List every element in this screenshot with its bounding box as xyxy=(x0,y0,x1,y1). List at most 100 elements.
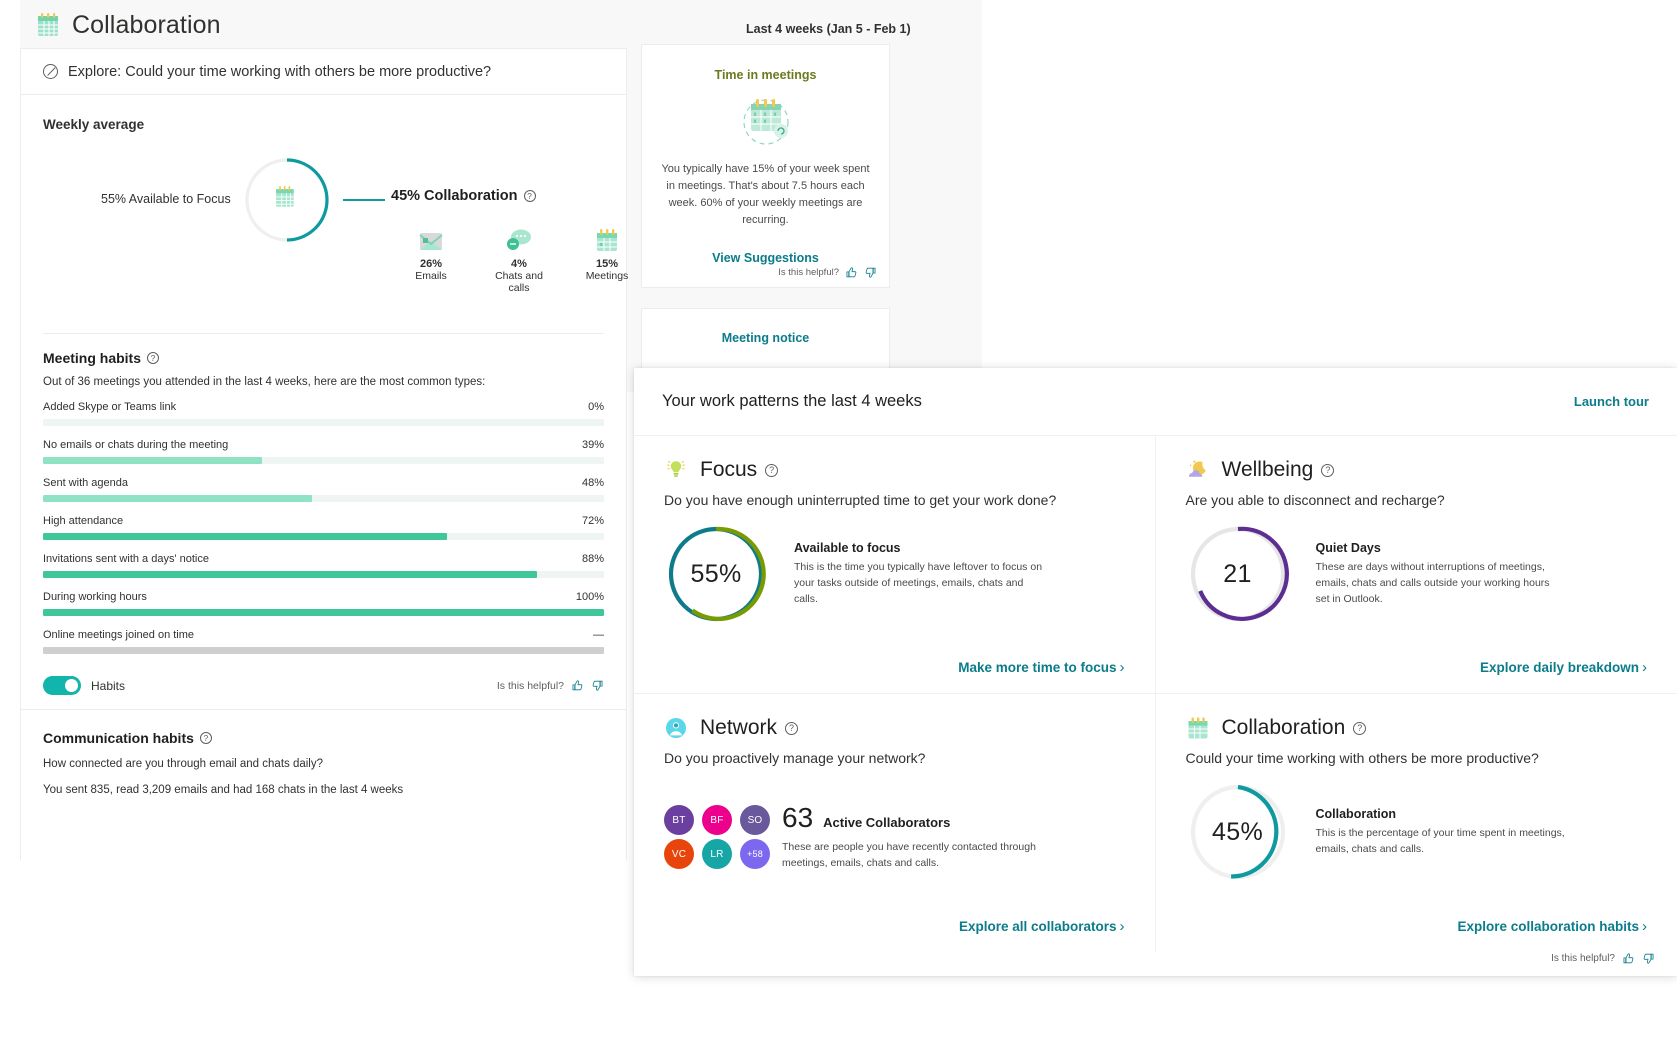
network-metric-text: 63 Active Collaborators These are people… xyxy=(782,802,1047,872)
avatar[interactable]: SO xyxy=(740,805,770,836)
communication-habits-section: Communication habits ? How connected are… xyxy=(21,730,626,796)
chat-icon xyxy=(493,226,545,252)
thumbs-down-icon[interactable] xyxy=(864,266,877,279)
date-range-label: Last 4 weeks (Jan 5 - Feb 1) xyxy=(746,22,911,36)
explore-collaboration-habits-link[interactable]: Explore collaboration habits › xyxy=(1457,919,1647,934)
habits-toggle[interactable]: Habits xyxy=(43,676,125,695)
network-count-row: 63 Active Collaborators xyxy=(782,802,1047,834)
habit-bar-track xyxy=(43,419,604,426)
breakdown-item-emails: 26% Emails xyxy=(405,226,457,294)
svg-text:x: x xyxy=(773,112,776,118)
help-icon[interactable]: ? xyxy=(765,463,779,477)
svg-text:x: x xyxy=(753,119,756,125)
focus-link-label: Make more time to focus xyxy=(958,660,1117,675)
explore-daily-breakdown-link[interactable]: Explore daily breakdown › xyxy=(1480,660,1647,675)
habit-bar-track xyxy=(43,571,604,578)
wellbeing-card-title-row: Wellbeing ? xyxy=(1222,458,1335,482)
collaboration-card-title: Collaboration xyxy=(1221,716,1346,739)
helpful-label: Is this helpful? xyxy=(1551,952,1615,964)
collaboration-percent-label: 45% Collaboration ? xyxy=(391,188,536,204)
toggle-switch[interactable] xyxy=(43,676,81,695)
launch-tour-link[interactable]: Launch tour xyxy=(1574,394,1649,409)
network-link-label: Explore all collaborators xyxy=(958,919,1117,934)
help-icon[interactable]: ? xyxy=(523,190,536,202)
habit-bar-fill xyxy=(43,533,447,540)
habit-value: — xyxy=(593,629,604,641)
explore-all-collaborators-link[interactable]: Explore all collaborators › xyxy=(959,919,1125,934)
habit-value: 48% xyxy=(581,477,604,489)
avatar-overflow-count[interactable]: +58 xyxy=(740,839,770,870)
focus-card: Focus ? Do you have enough uninterrupted… xyxy=(634,436,1156,694)
network-metric-row: BT BF SO VC LR +58 63 Active Collaborato… xyxy=(664,802,1125,872)
wellbeing-link-label: Explore daily breakdown xyxy=(1479,660,1639,675)
avatar[interactable]: BT xyxy=(664,805,694,836)
habit-label: Online meetings joined on time xyxy=(43,629,195,641)
chevron-right-icon: › xyxy=(1119,918,1125,935)
help-icon[interactable]: ? xyxy=(1353,721,1367,735)
help-icon[interactable]: ? xyxy=(199,732,212,744)
focus-card-question: Do you have enough uninterrupted time to… xyxy=(664,492,1057,508)
collaboration-percent-text: 45% Collaboration xyxy=(391,188,518,204)
helpful-label: Is this helpful? xyxy=(496,679,564,692)
focus-metric-text: Available to focus This is the time you … xyxy=(794,541,1044,607)
chevron-right-icon: › xyxy=(1642,659,1647,676)
collaborator-avatars: BT BF SO VC LR +58 xyxy=(664,805,770,870)
thumbs-up-icon[interactable] xyxy=(1622,952,1635,965)
calendar-icon xyxy=(38,13,58,36)
habit-bar-track xyxy=(43,495,604,502)
focus-metric-title: Available to focus xyxy=(794,541,901,556)
habit-row: During working hours 100% xyxy=(43,591,604,616)
helpful-feedback: Is this helpful? xyxy=(497,679,604,692)
breakdown-item-chats: 4% Chats and calls xyxy=(493,226,545,294)
wellbeing-value: 21 xyxy=(1223,559,1252,588)
wellbeing-metric-text: Quiet Days These are days without interr… xyxy=(1316,541,1566,607)
wellbeing-card-header: Wellbeing ? xyxy=(1186,458,1648,482)
wellbeing-metric-title: Quiet Days xyxy=(1315,541,1381,556)
email-icon xyxy=(405,226,457,252)
breakdown-pct: 4% xyxy=(511,258,527,270)
avatar[interactable]: LR xyxy=(702,839,732,870)
help-icon[interactable]: ? xyxy=(1321,463,1335,477)
section-divider xyxy=(21,709,626,710)
wellbeing-metric-desc: These are days without interruptions of … xyxy=(1315,561,1550,605)
collaboration-value: 45% xyxy=(1212,817,1263,846)
communication-habits-summary: You sent 835, read 3,209 emails and had … xyxy=(43,784,404,796)
time-in-meetings-card: Time in meetings xxx xx You typically ha… xyxy=(641,44,890,288)
focus-card-title-row: Focus ? xyxy=(700,458,779,482)
collaboration-detail-card: Explore: Could your time working with ot… xyxy=(20,48,628,860)
thumbs-up-icon[interactable] xyxy=(845,266,858,279)
recurring-meeting-illustration: xxx xx xyxy=(742,99,789,145)
habit-value: 88% xyxy=(581,553,604,565)
toggle-label: Habits xyxy=(91,678,126,693)
focus-card-title: Focus xyxy=(700,458,758,481)
habit-value: 0% xyxy=(588,401,604,413)
thumbs-down-icon[interactable] xyxy=(1642,952,1655,965)
habit-value: 39% xyxy=(581,439,604,451)
habit-row: Sent with agenda 48% xyxy=(43,477,604,502)
thumbs-up-icon[interactable] xyxy=(571,679,584,692)
overlay-header: Your work patterns the last 4 weeks Laun… xyxy=(634,368,1677,436)
focus-metric-row: 55% Available to focus This is the time … xyxy=(664,522,1125,626)
breakdown-label: Chats and calls xyxy=(495,270,543,294)
habit-bar-track xyxy=(43,609,604,616)
wellbeing-metric-row: 21 Quiet Days These are days without int… xyxy=(1186,522,1648,626)
habit-value: 100% xyxy=(575,591,604,603)
collaboration-metric-title: Collaboration xyxy=(1315,807,1397,822)
svg-text:x: x xyxy=(763,119,766,125)
make-more-time-to-focus-link[interactable]: Make more time to focus › xyxy=(958,660,1124,675)
collaboration-metric-row: 45% Collaboration This is the percentage… xyxy=(1186,780,1648,884)
thumbs-down-icon[interactable] xyxy=(591,679,604,692)
avatar[interactable]: BF xyxy=(702,805,732,836)
collaboration-metric-text: Collaboration This is the percentage of … xyxy=(1316,807,1566,858)
meeting-habits-bars: Added Skype or Teams link 0% No emails o… xyxy=(43,401,604,654)
habit-value: 72% xyxy=(581,515,604,527)
network-metric-title: Active Collaborators xyxy=(823,815,951,831)
helpful-label: Is this helpful? xyxy=(778,267,839,278)
habit-row: Added Skype or Teams link 0% xyxy=(43,401,604,426)
explore-banner[interactable]: Explore: Could your time working with ot… xyxy=(21,49,626,95)
habit-row: Online meetings joined on time — xyxy=(43,629,604,654)
view-suggestions-link[interactable]: View Suggestions xyxy=(642,251,889,265)
help-icon[interactable]: ? xyxy=(147,352,160,364)
avatar[interactable]: VC xyxy=(664,839,694,870)
help-icon[interactable]: ? xyxy=(785,721,799,735)
